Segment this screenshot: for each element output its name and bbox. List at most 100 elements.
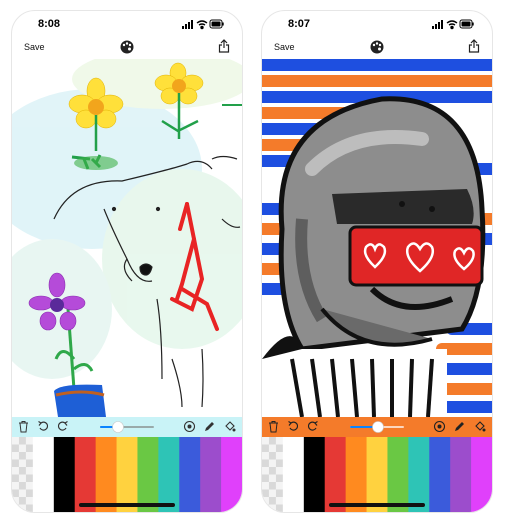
color-swatch[interactable] xyxy=(137,437,159,512)
brush-size-slider[interactable] xyxy=(100,421,154,433)
eraser-swatch-cell[interactable] xyxy=(262,482,269,490)
pencil-icon[interactable] xyxy=(453,420,466,433)
palette-icon[interactable] xyxy=(370,40,384,54)
color-swatch[interactable] xyxy=(366,437,388,512)
color-swatch[interactable] xyxy=(345,437,368,512)
eraser-swatch-cell[interactable] xyxy=(18,482,26,490)
palette-icon[interactable] xyxy=(120,40,134,54)
eraser-swatch-cell[interactable] xyxy=(275,489,283,498)
eraser-swatch-cell[interactable] xyxy=(18,452,26,460)
eraser-swatch-cell[interactable] xyxy=(25,504,33,513)
eraser-swatch-cell[interactable] xyxy=(12,504,19,513)
eraser-swatch-cell[interactable] xyxy=(275,497,283,505)
eraser-swatch-cell[interactable] xyxy=(275,452,283,460)
eraser-swatch-cell[interactable] xyxy=(25,474,33,483)
eraser-swatch-cell[interactable] xyxy=(262,452,269,460)
eraser-swatch-cell[interactable] xyxy=(25,437,33,445)
eraser-swatch-cell[interactable] xyxy=(18,497,26,505)
eraser-swatch-cell[interactable] xyxy=(18,444,26,453)
save-button[interactable]: Save xyxy=(24,42,45,52)
eraser-swatch-cell[interactable] xyxy=(268,489,276,498)
eraser-swatch-cell[interactable] xyxy=(25,489,33,498)
fill-bucket-icon[interactable] xyxy=(473,420,486,433)
stamp-icon[interactable] xyxy=(183,420,196,433)
color-swatch[interactable] xyxy=(324,437,347,512)
eraser-swatch-cell[interactable] xyxy=(268,474,276,483)
brush-size-slider[interactable] xyxy=(350,421,404,433)
eraser-swatch-cell[interactable] xyxy=(268,467,276,475)
eraser-swatch-cell[interactable] xyxy=(12,482,19,490)
color-swatch[interactable] xyxy=(74,437,97,512)
color-swatch[interactable] xyxy=(116,437,138,512)
color-swatch[interactable] xyxy=(303,437,326,512)
eraser-swatch-cell[interactable] xyxy=(18,489,26,498)
eraser-swatch-cell[interactable] xyxy=(12,459,19,468)
eraser-swatch-cell[interactable] xyxy=(275,444,283,453)
eraser-swatch-cell[interactable] xyxy=(25,482,33,490)
eraser-swatch-cell[interactable] xyxy=(25,467,33,475)
share-icon[interactable] xyxy=(218,39,230,53)
eraser-swatch-cell[interactable] xyxy=(262,459,269,468)
eraser-swatch-cell[interactable] xyxy=(262,437,269,445)
color-swatch[interactable] xyxy=(282,437,305,512)
save-button[interactable]: Save xyxy=(274,42,295,52)
color-swatch[interactable] xyxy=(158,437,180,512)
color-swatch[interactable] xyxy=(95,437,118,512)
eraser-swatch-cell[interactable] xyxy=(275,467,283,475)
stamp-icon[interactable] xyxy=(433,420,446,433)
eraser-swatch-cell[interactable] xyxy=(262,474,269,483)
eraser-swatch-cell[interactable] xyxy=(275,437,283,445)
eraser-swatch-cell[interactable] xyxy=(12,474,19,483)
color-swatch[interactable] xyxy=(408,437,430,512)
eraser-swatch-cell[interactable] xyxy=(18,437,26,445)
trash-icon[interactable] xyxy=(17,420,30,433)
eraser-swatch-cell[interactable] xyxy=(25,444,33,453)
color-swatch[interactable] xyxy=(200,437,222,512)
eraser-swatch-cell[interactable] xyxy=(18,474,26,483)
share-icon[interactable] xyxy=(468,39,480,53)
eraser-swatch-cell[interactable] xyxy=(268,482,276,490)
eraser-swatch-cell[interactable] xyxy=(12,444,19,453)
redo-icon[interactable] xyxy=(56,420,69,433)
eraser-swatch-cell[interactable] xyxy=(18,459,26,468)
eraser-swatch-cell[interactable] xyxy=(25,452,33,460)
color-swatch[interactable] xyxy=(387,437,409,512)
undo-icon[interactable] xyxy=(287,420,300,433)
color-swatch[interactable] xyxy=(450,437,472,512)
eraser-swatch-cell[interactable] xyxy=(275,482,283,490)
color-swatch[interactable] xyxy=(53,437,76,512)
eraser-swatch-cell[interactable] xyxy=(12,452,19,460)
eraser-swatch-cell[interactable] xyxy=(262,444,269,453)
color-swatch[interactable] xyxy=(179,437,201,512)
color-swatch[interactable] xyxy=(221,437,242,512)
eraser-swatch-cell[interactable] xyxy=(268,497,276,505)
trash-icon[interactable] xyxy=(267,420,280,433)
eraser-swatch-cell[interactable] xyxy=(275,504,283,513)
eraser-swatch-cell[interactable] xyxy=(18,504,26,513)
eraser-swatch-cell[interactable] xyxy=(18,467,26,475)
fill-bucket-icon[interactable] xyxy=(223,420,236,433)
eraser-swatch-cell[interactable] xyxy=(25,459,33,468)
undo-icon[interactable] xyxy=(37,420,50,433)
drawing-canvas[interactable] xyxy=(262,59,492,417)
eraser-swatch-cell[interactable] xyxy=(275,474,283,483)
eraser-swatch-cell[interactable] xyxy=(268,504,276,513)
color-swatch[interactable] xyxy=(32,437,55,512)
eraser-swatch-cell[interactable] xyxy=(268,437,276,445)
eraser-swatch-cell[interactable] xyxy=(12,489,19,498)
eraser-swatch-cell[interactable] xyxy=(25,497,33,505)
eraser-swatch-cell[interactable] xyxy=(12,437,19,445)
drawing-canvas[interactable] xyxy=(12,59,242,417)
eraser-swatch-cell[interactable] xyxy=(268,459,276,468)
eraser-swatch-cell[interactable] xyxy=(262,497,269,505)
color-swatch[interactable] xyxy=(471,437,492,512)
color-swatch[interactable] xyxy=(429,437,451,512)
eraser-swatch-cell[interactable] xyxy=(262,467,269,475)
eraser-swatch-cell[interactable] xyxy=(12,497,19,505)
eraser-swatch-cell[interactable] xyxy=(268,444,276,453)
eraser-swatch-cell[interactable] xyxy=(275,459,283,468)
redo-icon[interactable] xyxy=(306,420,319,433)
eraser-swatch-cell[interactable] xyxy=(262,504,269,513)
eraser-swatch-cell[interactable] xyxy=(12,467,19,475)
eraser-swatch-cell[interactable] xyxy=(268,452,276,460)
